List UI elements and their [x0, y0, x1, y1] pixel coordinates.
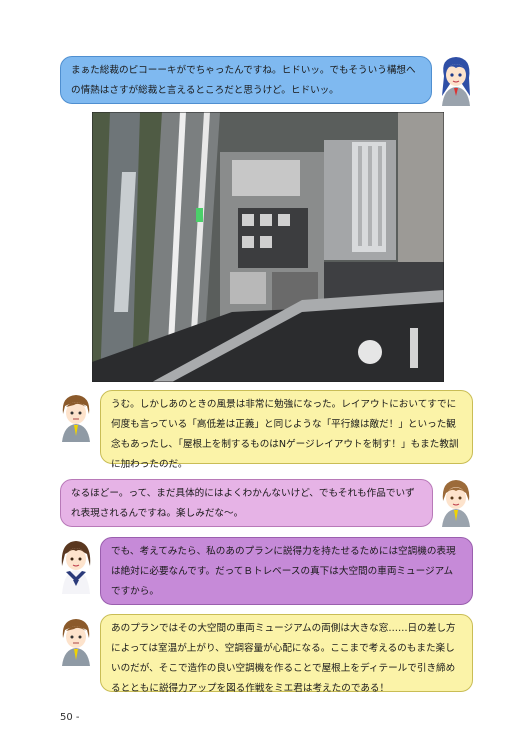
- page-number: 50 -: [60, 712, 80, 723]
- dialog-bubble-4: でも、考えてみたら、私のあのプランに説得力を持たせるためには空調機の表現は絶対に…: [100, 537, 473, 605]
- dialog-bubble-1: まぁた総裁のピコーーキがでちゃったんですね。ヒドいッ。でもそういう構想への情熱は…: [60, 56, 432, 104]
- dialog-bubble-3: なるほどー。って、まだ具体的にはよくわかんないけど、でもそれも作品でいずれ表現さ…: [60, 479, 433, 527]
- avatar-brown-hair-man-2: [62, 619, 90, 666]
- dialog-text-1: まぁた総裁のピコーーキがでちゃったんですね。ヒドいッ。でもそういう構想への情熱は…: [71, 65, 416, 96]
- dialog-bubble-2: うむ。しかしあのときの風景は非常に勉強になった。レイアウトにおいてすでに何度も言…: [100, 390, 473, 470]
- avatar-short-hair-girl: [442, 480, 470, 527]
- aerial-photo: [92, 112, 444, 382]
- avatar-brown-hair-man: [62, 395, 90, 442]
- dialog-bubble-5: あのプランではその大空間の車両ミュージアムの両側は大きな窓……日の差し方によって…: [100, 614, 473, 694]
- avatar-blue-hair-girl: [442, 57, 470, 106]
- dialog-text-4: でも、考えてみたら、私のあのプランに説得力を持たせるためには空調機の表現は絶対に…: [111, 546, 456, 597]
- aerial-photo-image: [92, 112, 444, 382]
- dialog-text-2: うむ。しかしあのときの風景は非常に勉強になった。レイアウトにおいてすでに何度も言…: [111, 399, 459, 470]
- avatar-sailor-uniform-girl: [61, 541, 91, 594]
- dialog-text-5: あのプランではその大空間の車両ミュージアムの両側は大きな窓……日の差し方によって…: [111, 623, 456, 694]
- dialog-text-3: なるほどー。って、まだ具体的にはよくわかんないけど、でもそれも作品でいずれ表現さ…: [71, 488, 415, 519]
